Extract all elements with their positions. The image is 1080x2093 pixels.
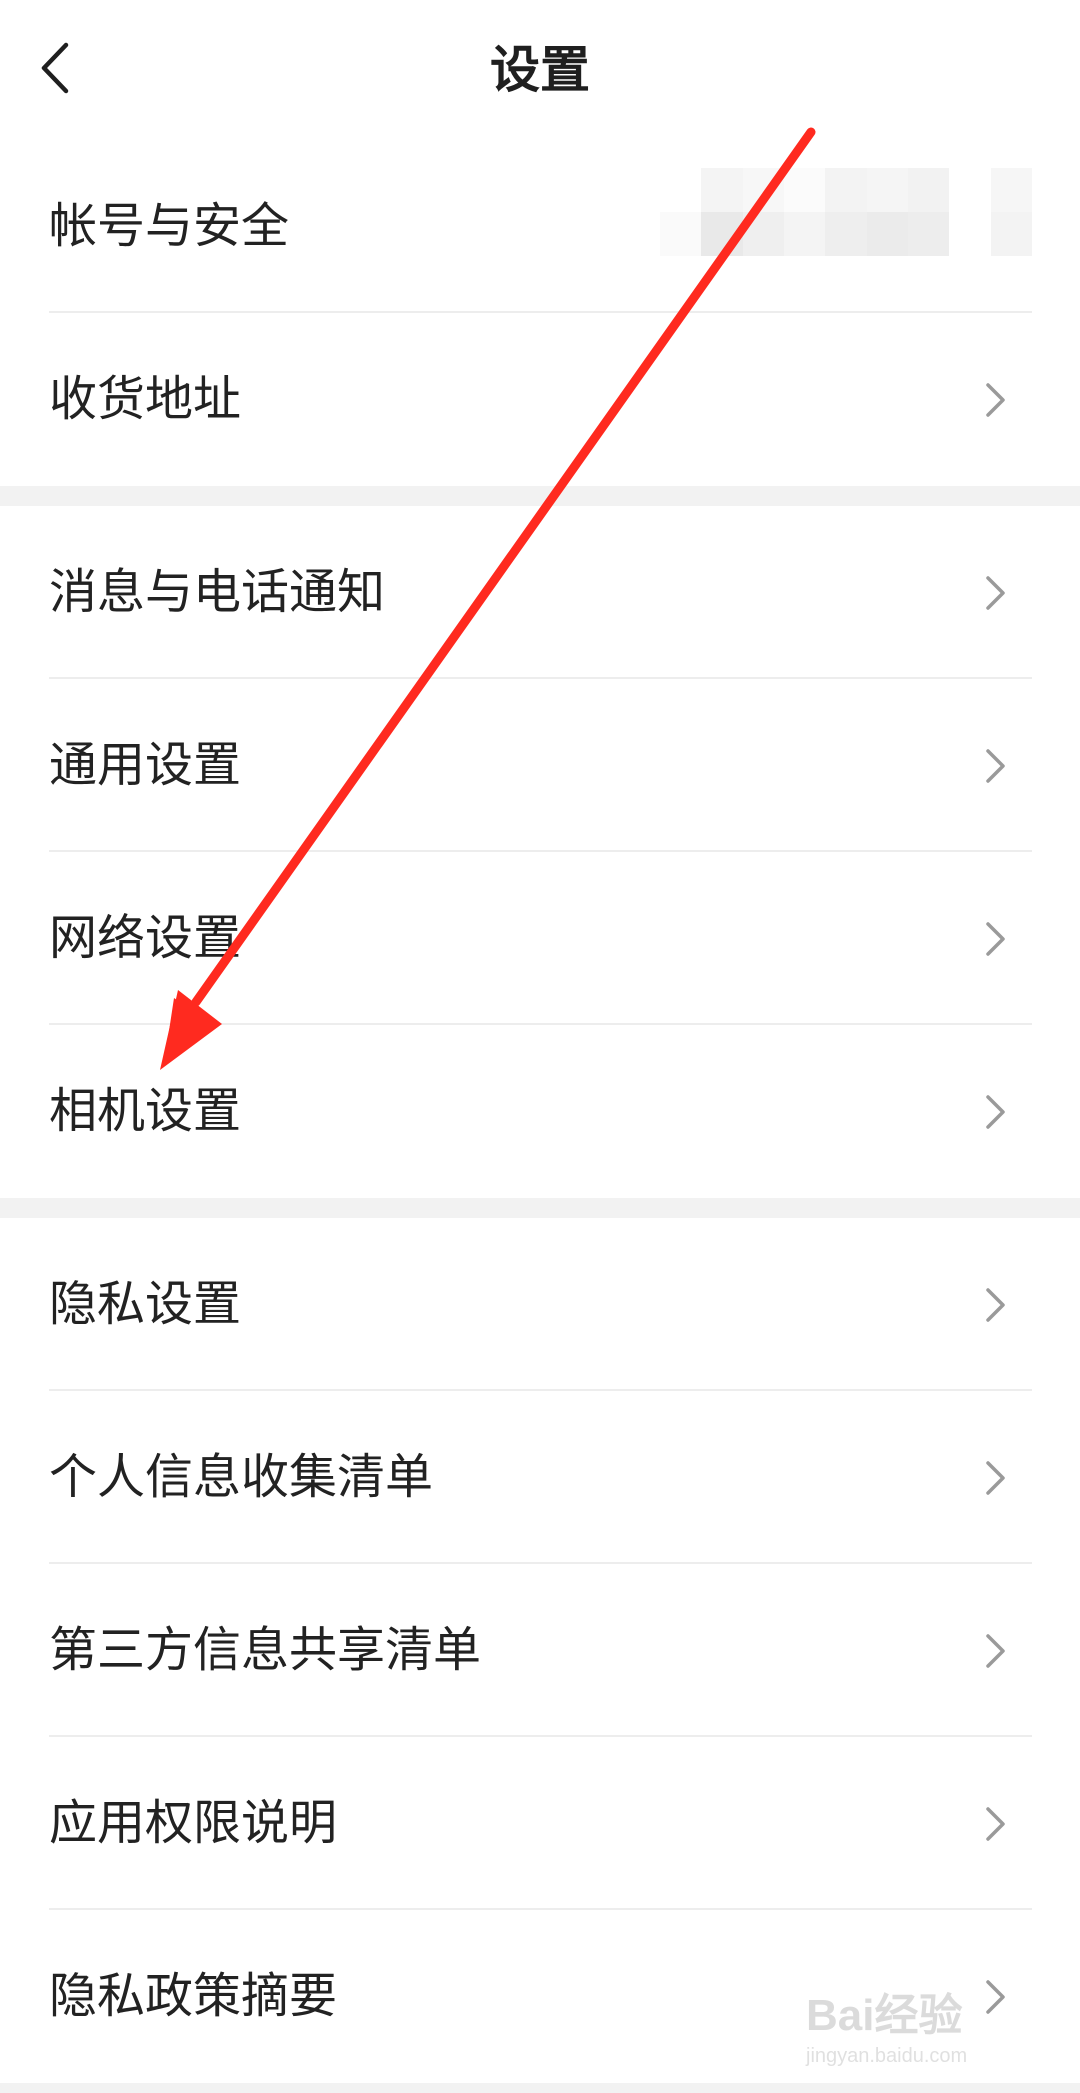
chevron-right-icon xyxy=(986,1807,1005,1841)
row-shipping-address[interactable]: 收货地址 xyxy=(0,313,1080,486)
chevron-right-icon xyxy=(986,576,1005,610)
row-label: 收货地址 xyxy=(49,371,242,427)
row-personal-info-list[interactable]: 个人信息收集清单 xyxy=(0,1391,1080,1564)
navigation-bar: 设置 xyxy=(0,0,1080,140)
row-label: 应用权限说明 xyxy=(49,1795,338,1851)
chevron-right-icon xyxy=(986,1095,1005,1129)
privacy-group: 隐私设置 个人信息收集清单 第三方信息共享清单 应用权限说明 隐私政策摘要 xyxy=(0,1218,1080,2083)
row-label: 隐私政策摘要 xyxy=(49,1968,338,2024)
settings-screen: 设置 帐号与安全 收货地址 消息与电话通知 通用设置 网络设置 相机设置 隐私设… xyxy=(0,0,1080,2093)
row-third-party-sharing-list[interactable]: 第三方信息共享清单 xyxy=(0,1564,1080,1737)
chevron-right-icon xyxy=(986,1461,1005,1495)
section-gap xyxy=(0,486,1080,506)
page-title: 设置 xyxy=(490,41,590,99)
row-label: 网络设置 xyxy=(49,910,242,966)
row-label: 帐号与安全 xyxy=(49,198,290,254)
general-group: 消息与电话通知 通用设置 网络设置 相机设置 xyxy=(0,506,1080,1198)
row-message-notifications[interactable]: 消息与电话通知 xyxy=(0,506,1080,679)
row-network-settings[interactable]: 网络设置 xyxy=(0,852,1080,1025)
section-gap xyxy=(0,2083,1080,2093)
row-label: 个人信息收集清单 xyxy=(49,1449,434,1505)
row-privacy-settings[interactable]: 隐私设置 xyxy=(0,1218,1080,1391)
chevron-right-icon xyxy=(986,749,1005,783)
row-app-permissions[interactable]: 应用权限说明 xyxy=(0,1737,1080,1910)
row-label: 第三方信息共享清单 xyxy=(49,1622,482,1678)
chevron-right-icon xyxy=(986,383,1005,417)
chevron-right-icon xyxy=(986,1634,1005,1668)
row-general-settings[interactable]: 通用设置 xyxy=(0,679,1080,852)
section-gap xyxy=(0,1198,1080,1218)
chevron-right-icon xyxy=(986,1288,1005,1322)
chevron-right-icon xyxy=(986,1980,1005,2014)
row-camera-settings[interactable]: 相机设置 xyxy=(0,1025,1080,1198)
masked-account-value xyxy=(660,168,1032,256)
row-label: 相机设置 xyxy=(49,1083,242,1139)
row-label: 通用设置 xyxy=(49,737,242,793)
row-label: 消息与电话通知 xyxy=(49,564,386,620)
chevron-right-icon xyxy=(986,922,1005,956)
row-label: 隐私设置 xyxy=(49,1276,242,1332)
row-privacy-policy-summary[interactable]: 隐私政策摘要 xyxy=(0,1910,1080,2083)
